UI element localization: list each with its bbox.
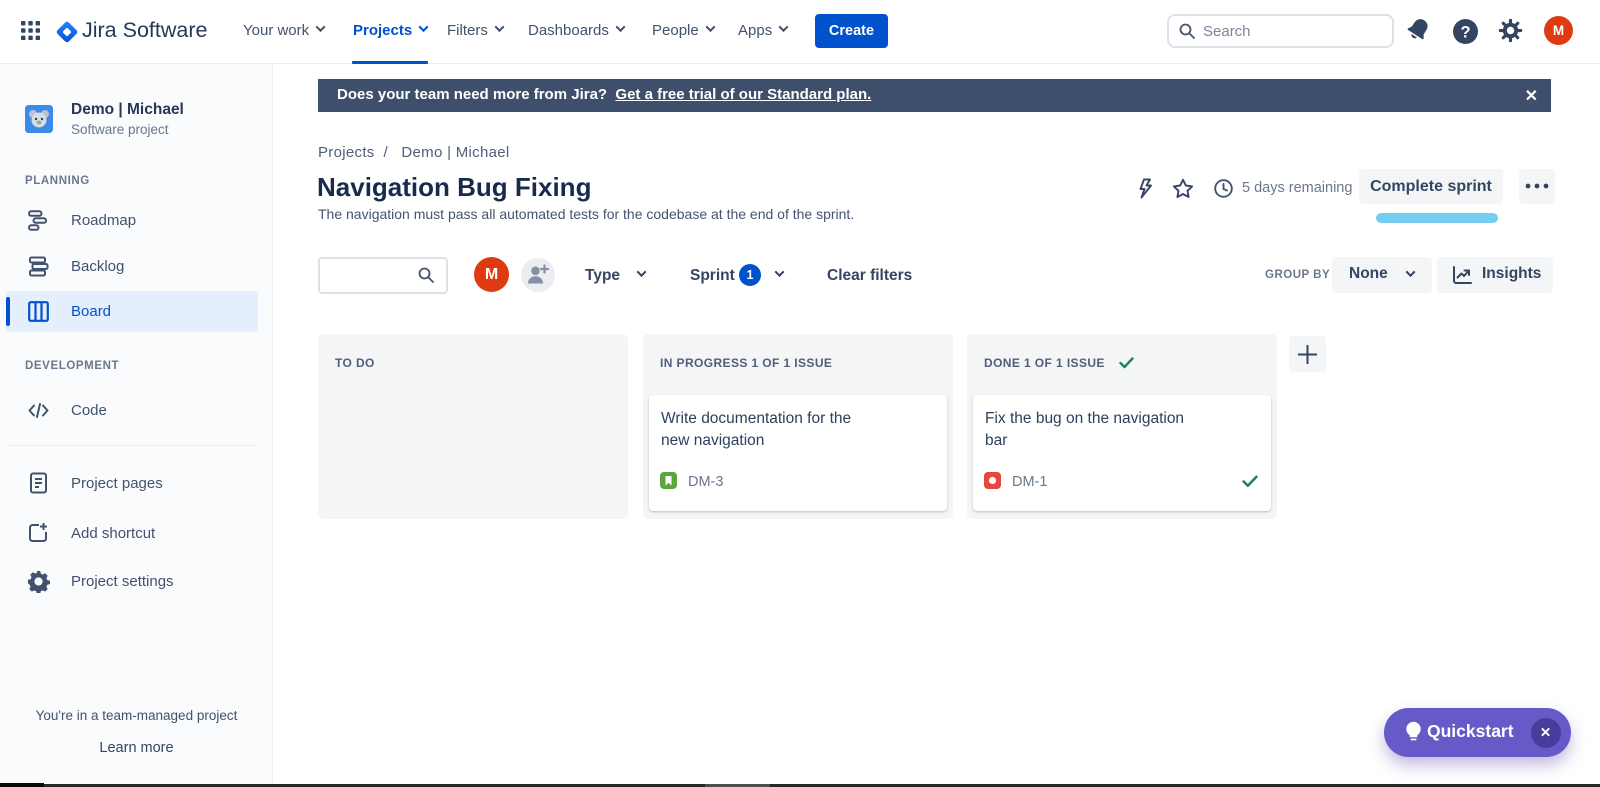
- svg-text:?: ?: [1460, 24, 1470, 42]
